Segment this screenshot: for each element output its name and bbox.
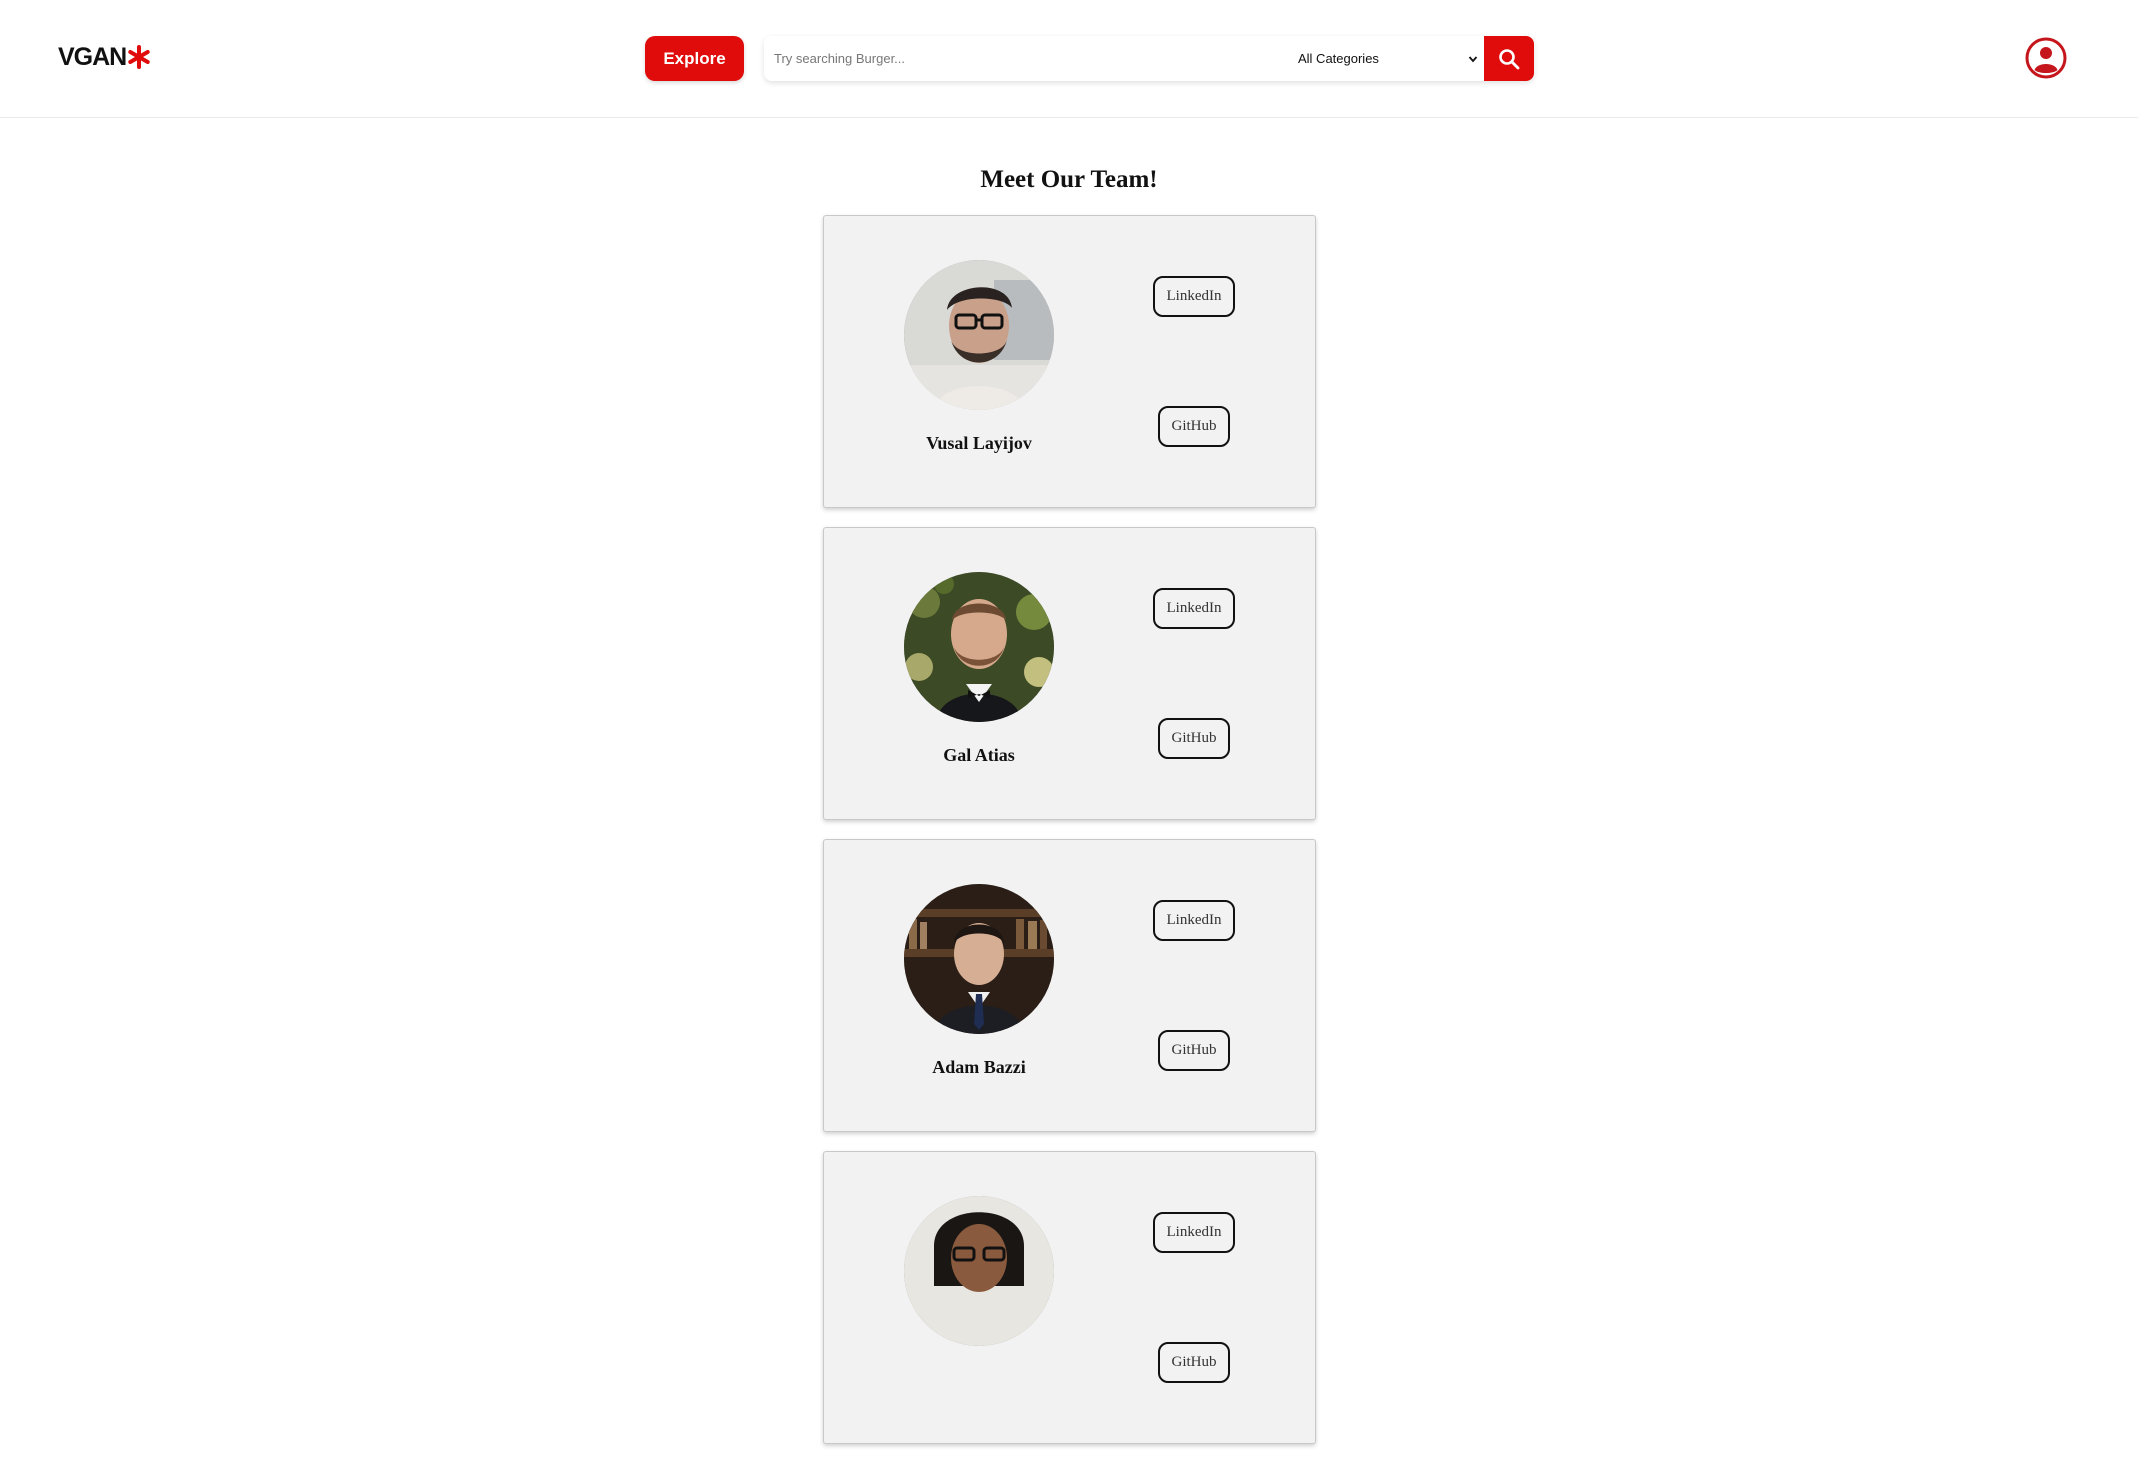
search-icon — [1499, 48, 1520, 69]
chevron-down-icon — [1468, 55, 1478, 62]
team-member-card: Vusal Layijov LinkedIn GitHub — [823, 215, 1316, 508]
avatar — [904, 572, 1054, 722]
linkedin-button[interactable]: LinkedIn — [1153, 276, 1235, 317]
avatar — [904, 1196, 1054, 1346]
member-name: Adam Bazzi — [932, 1057, 1026, 1077]
member-photo — [904, 260, 1054, 410]
page-title: Meet Our Team! — [980, 166, 1158, 193]
team-list: Vusal Layijov LinkedIn GitHub Gal Atias … — [823, 215, 1316, 1463]
team-member-card: LinkedIn GitHub — [823, 1151, 1316, 1444]
top-navbar: VGAN Explore All Categories — [0, 0, 2138, 118]
search-button[interactable] — [1484, 36, 1534, 81]
member-photo — [904, 572, 1054, 722]
github-button[interactable]: GitHub — [1158, 718, 1230, 759]
search-bar: All Categories — [764, 36, 1534, 81]
explore-button[interactable]: Explore — [645, 36, 744, 81]
github-button[interactable]: GitHub — [1158, 1030, 1230, 1071]
avatar — [904, 884, 1054, 1034]
github-button[interactable]: GitHub — [1158, 406, 1230, 447]
github-button[interactable]: GitHub — [1158, 1342, 1230, 1383]
logo-text: VGAN — [58, 42, 127, 71]
member-name: Gal Atias — [943, 745, 1015, 765]
category-select-value: All Categories — [1298, 51, 1379, 66]
member-photo — [904, 1196, 1054, 1346]
member-photo — [904, 884, 1054, 1034]
vgan-logo[interactable]: VGAN — [58, 40, 151, 74]
team-member-card: Gal Atias LinkedIn GitHub — [823, 527, 1316, 820]
category-select[interactable]: All Categories — [1284, 36, 1484, 81]
member-name: Vusal Layijov — [926, 433, 1032, 453]
linkedin-button[interactable]: LinkedIn — [1153, 588, 1235, 629]
linkedin-button[interactable]: LinkedIn — [1153, 1212, 1235, 1253]
search-input[interactable] — [764, 36, 1284, 81]
linkedin-button[interactable]: LinkedIn — [1153, 900, 1235, 941]
asterisk-icon — [128, 45, 150, 69]
team-member-card: Adam Bazzi LinkedIn GitHub — [823, 839, 1316, 1132]
avatar — [904, 260, 1054, 410]
user-circle-icon[interactable] — [2025, 37, 2067, 79]
